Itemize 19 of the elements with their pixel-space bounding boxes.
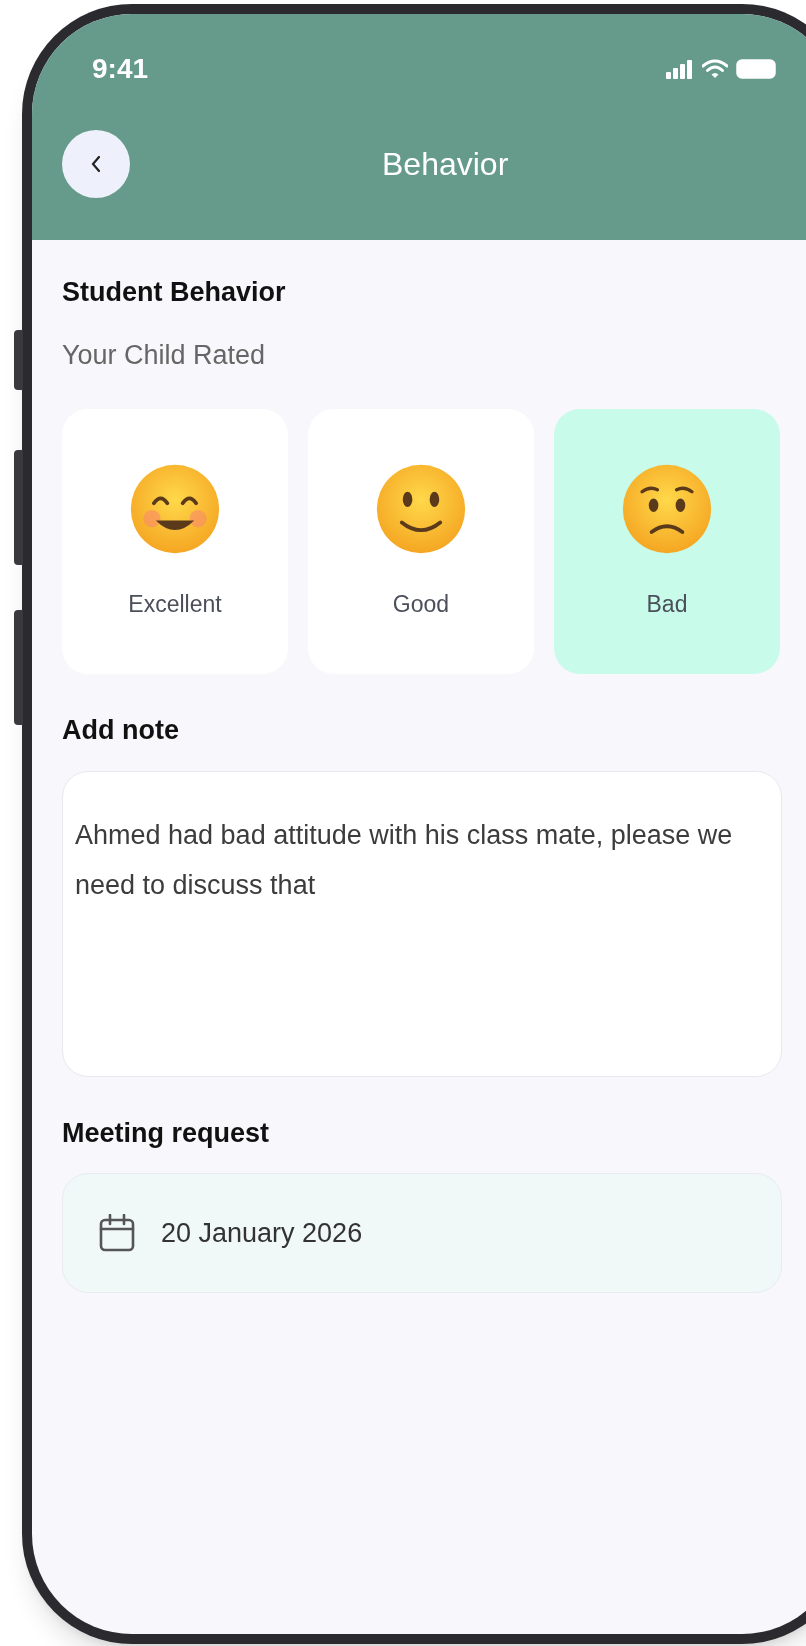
- section-subtitle: Your Child Rated: [62, 338, 267, 372]
- signal-icon: [666, 59, 694, 79]
- wifi-icon: [702, 59, 728, 79]
- status-time: 9:41: [92, 52, 149, 86]
- note-label: Add note: [62, 714, 180, 747]
- rating-card[interactable]: Good: [308, 409, 534, 674]
- rating-card[interactable]: Bad: [554, 409, 780, 674]
- side-button-icon: [14, 610, 23, 725]
- rating-card[interactable]: Excellent: [62, 409, 288, 674]
- side-button-icon: [14, 330, 23, 390]
- screen-title: Behavior: [382, 145, 509, 184]
- note-field[interactable]: Ahmed had bad attitude with his class mate, please we need to discuss that: [62, 770, 782, 1077]
- section-title: Student Behavior: [62, 276, 287, 309]
- battery-icon: [736, 59, 776, 79]
- calendar-icon: [99, 1214, 135, 1252]
- meeting-label: Meeting request: [62, 1116, 271, 1150]
- back-chevron-icon: [90, 155, 102, 173]
- date-field[interactable]: 20 January 2026: [62, 1173, 782, 1293]
- side-button-icon: [14, 450, 23, 565]
